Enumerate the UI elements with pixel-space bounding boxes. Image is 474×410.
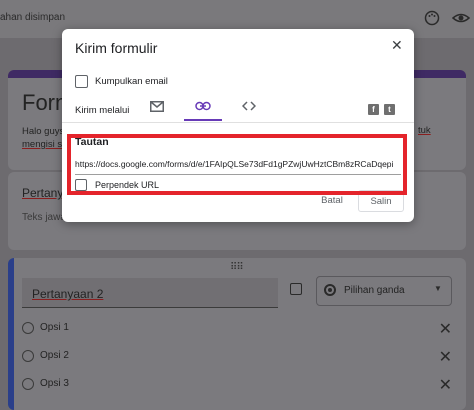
radio-icon [22,350,34,362]
facebook-icon[interactable]: f [368,104,379,115]
close-icon[interactable]: ✕ [391,37,403,54]
radio-icon [22,322,34,334]
description-link-fragment: tuk [418,125,431,136]
highlight-box [67,134,407,195]
close-icon[interactable]: ✕ [439,319,452,339]
answer-placeholder: Teks jawa [22,212,66,223]
divider [62,122,414,123]
tab-email[interactable] [138,95,176,121]
send-via-label: Kirim melalui [75,105,130,116]
chevron-down-icon: ▼ [434,284,442,293]
palette-icon[interactable] [424,10,440,26]
close-icon[interactable]: ✕ [439,347,452,367]
description-line: Halo guys [22,126,65,137]
drag-handle-icon[interactable]: ⠿⠿ [230,262,244,273]
close-icon[interactable]: ✕ [439,375,452,395]
save-status: ahan disimpan [0,12,66,23]
collect-email-label: Kumpulkan email [95,76,168,87]
option-row[interactable]: Opsi 1 ✕ [22,319,452,339]
radio-icon [324,284,336,296]
option-label: Opsi 2 [40,350,69,361]
tab-embed[interactable] [230,95,268,121]
dialog-title: Kirim formulir [75,40,158,56]
image-icon[interactable] [290,283,302,295]
mail-icon [150,101,164,112]
option-row[interactable]: Opsi 3 ✕ [22,375,452,395]
twitter-icon[interactable]: t [384,104,395,115]
eye-icon[interactable] [451,10,471,26]
collect-email-checkbox[interactable] [75,75,88,88]
option-row[interactable]: Opsi 2 ✕ [22,347,452,367]
description-line: mengisi s [22,139,63,150]
question-2-title: Pertanyaan 2 [32,287,104,301]
option-label: Opsi 3 [40,378,69,389]
radio-icon [22,378,34,390]
form-description[interactable]: Halo guys mengisi s [22,125,64,151]
option-label: Opsi 1 [40,322,69,333]
link-icon [195,101,211,111]
question-type-label: Pilihan ganda [344,285,405,296]
tab-link[interactable] [184,95,222,121]
code-icon [241,101,257,111]
